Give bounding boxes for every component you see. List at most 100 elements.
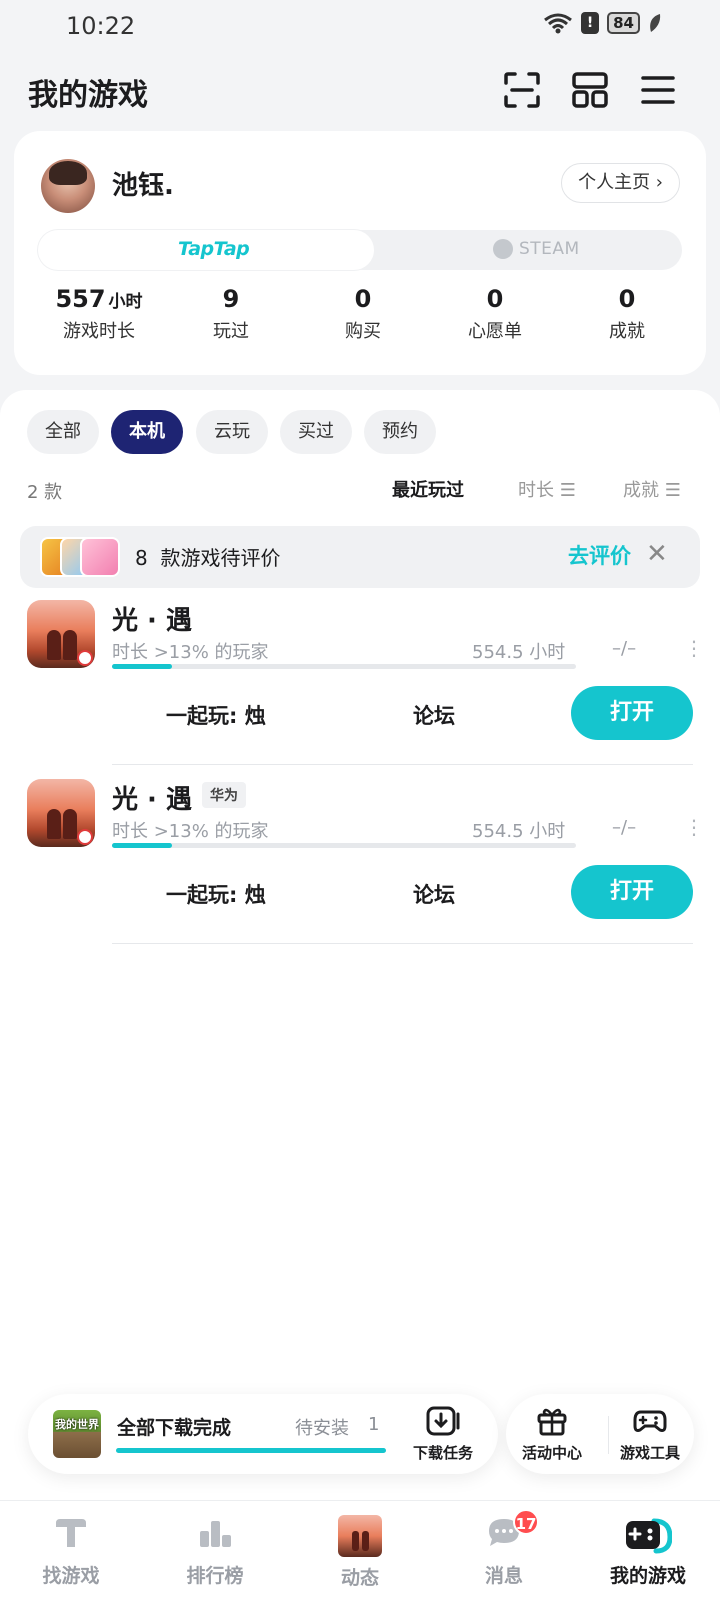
game-row[interactable]: 光 · 遇 华为 时长 >13% 的玩家 554.5 小时 –/– ⋮ 一起玩:… [0,779,720,951]
open-button[interactable]: 打开 [571,865,693,919]
review-label: 款游戏待评价 [160,546,281,570]
nav-my-games[interactable]: 我的游戏 [593,1515,703,1588]
chip-bought[interactable]: 买过 [280,410,352,454]
status-icons: ! 84 [543,12,662,34]
stat-value: 557 [55,285,106,313]
open-button[interactable]: 打开 [571,686,693,740]
stat-played[interactable]: 9 玩过 [166,285,296,343]
figure-icon [47,630,61,660]
close-icon[interactable]: ✕ [646,540,668,568]
row-divider [112,943,693,944]
nav-label: 动态 [340,1567,379,1589]
bottom-nav: 找游戏 排行榜 动态 17 消息 我的游戏 [0,1500,720,1600]
stat-value: 0 [354,285,372,313]
forum-link[interactable]: 论坛 [413,879,455,909]
figure-icon [47,809,61,839]
steam-icon [493,239,513,259]
game-avatar-icon [338,1515,382,1557]
nav-find-games[interactable]: 找游戏 [16,1515,126,1588]
stat-purchased[interactable]: 0 购买 [298,285,428,343]
platform-tag: 华为 [202,782,246,808]
minecraft-thumb: 我的世界 [53,1410,101,1458]
battery-indicator: 84 [607,12,640,34]
steam-label: STEAM [519,239,580,259]
stat-value: 0 [486,285,504,313]
go-review-button[interactable]: 去评价 [568,540,631,570]
nav-label: 找游戏 [42,1565,100,1587]
stat-value: 0 [618,285,636,313]
row-divider [112,764,693,765]
game-icon [27,600,95,668]
playtime-bar-fill [112,843,173,848]
sort-achievements[interactable]: 成就 ☰ [623,476,681,502]
gamepad-icon [633,1410,667,1432]
game-rating: –/– [612,817,637,838]
stat-playtime[interactable]: 557 小时 游戏时长 [34,285,164,343]
ranking-icon [200,1521,231,1547]
pending-review-thumbs [40,537,120,577]
download-icon [426,1406,460,1436]
tab-steam[interactable]: STEAM [493,239,580,259]
game-hours: 554.5 小时 [472,642,566,663]
stat-value: 9 [222,285,240,313]
profile-card: 池钰. 个人主页 › TapTap STEAM 557 小时 游戏时长 9 玩过 … [14,131,706,375]
download-tasks-button[interactable]: 下载任务 [403,1406,483,1463]
chip-local[interactable]: 本机 [111,410,183,454]
nav-messages[interactable]: 17 消息 [449,1509,559,1588]
game-tools-button[interactable]: 游戏工具 [610,1406,690,1463]
menu-icon[interactable] [638,70,678,110]
chip-reserved[interactable]: 预约 [364,410,436,454]
more-icon[interactable]: ⋮ [684,636,704,660]
status-time: 10:22 [66,12,136,40]
sort-playtime[interactable]: 时长 ☰ [518,476,576,502]
download-title: 全部下载完成 [117,1417,232,1439]
stat-achievements[interactable]: 0 成就 [562,285,692,343]
stat-wishlist[interactable]: 0 心愿单 [430,285,560,343]
game-tools-label: 游戏工具 [619,1444,680,1462]
stat-label: 玩过 [213,321,249,342]
game-row[interactable]: 光 · 遇 时长 >13% 的玩家 554.5 小时 –/– ⋮ 一起玩: 烛 … [0,600,720,772]
username: 池钰. [112,171,174,201]
review-banner[interactable]: 8 款游戏待评价 去评价 ✕ [20,526,700,588]
layout-grid-icon[interactable] [570,70,610,110]
netease-badge-icon [77,829,93,845]
game-count: 2 款 [27,482,63,503]
pending-install-label: 待安装 [295,1418,349,1439]
play-together-link[interactable]: 一起玩: 烛 [166,879,266,909]
stat-label: 心愿单 [468,321,522,342]
forum-link[interactable]: 论坛 [413,700,455,730]
chip-all[interactable]: 全部 [27,410,99,454]
game-hours: 554.5 小时 [472,821,566,842]
stat-label: 游戏时长 [63,321,135,342]
app-header: 我的游戏 [0,58,720,126]
sort-recent[interactable]: 最近玩过 [392,476,464,502]
activity-center-button[interactable]: 活动中心 [512,1406,592,1463]
netease-badge-icon [77,650,93,666]
nav-label: 我的游戏 [609,1565,686,1587]
nav-label: 排行榜 [186,1565,244,1587]
tab-taptap[interactable]: TapTap [38,230,374,270]
more-icon[interactable]: ⋮ [684,815,704,839]
chip-cloud[interactable]: 云玩 [196,410,268,454]
avatar[interactable] [41,159,95,213]
game-rating: –/– [612,638,637,659]
homepage-button[interactable]: 个人主页 › [561,163,680,203]
activity-center-label: 活动中心 [521,1444,582,1462]
playtime-bar-fill [112,664,173,669]
nav-feed[interactable]: 动态 [305,1515,415,1590]
tools-card: 活动中心 游戏工具 [506,1394,694,1474]
gift-icon [537,1408,567,1436]
game-thumb-icon [80,537,120,577]
divider [608,1416,609,1454]
download-status-card[interactable]: 我的世界 全部下载完成 待安装 1 下载任务 [28,1394,498,1474]
play-together-link[interactable]: 一起玩: 烛 [166,700,266,730]
game-list-sheet: 全部 本机 云玩 买过 预约 2 款 最近玩过 时长 ☰ 成就 ☰ 8 款游戏待… [0,390,720,1500]
status-bar: 10:22 ! 84 [0,0,720,50]
stat-label: 购买 [345,321,381,342]
scan-icon[interactable] [502,70,542,110]
review-text: 8 款游戏待评价 [135,542,280,571]
game-stat: 时长 >13% 的玩家 [112,642,269,663]
nav-ranking[interactable]: 排行榜 [160,1515,270,1588]
taptap-icon [56,1519,86,1547]
page-title: 我的游戏 [28,78,148,113]
